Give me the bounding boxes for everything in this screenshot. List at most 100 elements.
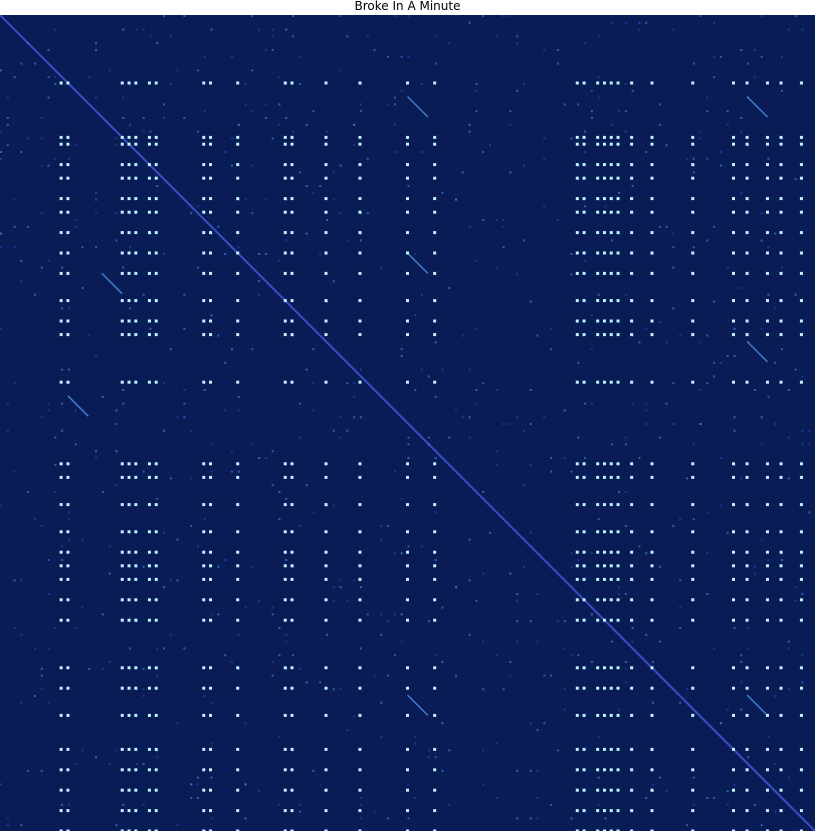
heatmap-cell-strong (596, 333, 600, 337)
heatmap-cell-strong (202, 564, 206, 568)
heatmap-cell-weak (726, 531, 729, 534)
heatmap-cell-strong (358, 251, 362, 255)
heatmap-cell-strong (134, 768, 138, 772)
heatmap-cell-strong (66, 530, 70, 534)
heatmap-cell-weak (631, 640, 634, 643)
heatmap-cell-strong (127, 163, 131, 167)
heatmap-cell-weak (482, 219, 485, 221)
heatmap-cell-strong (433, 299, 437, 303)
heatmap-cell-strong (59, 564, 63, 568)
heatmap-cell-weak (81, 246, 84, 249)
heatmap-cell-strong (609, 251, 613, 255)
heatmap-cell-strong (202, 666, 206, 670)
heatmap-cell-strong (209, 530, 213, 534)
heatmap-cell-strong (596, 618, 600, 622)
heatmap-cell-strong (650, 598, 654, 602)
heatmap-cell-weak (645, 633, 648, 636)
heatmap-cell-weak (54, 83, 57, 85)
heatmap-cell-weak (312, 382, 315, 385)
heatmap-cell-weak (495, 389, 498, 391)
heatmap-cell-strong (120, 564, 124, 568)
heatmap-cell-weak (237, 470, 240, 473)
heatmap-cell-strong (745, 788, 749, 792)
heatmap-cell-strong (127, 768, 131, 772)
heatmap-cell-strong (154, 618, 158, 622)
heatmap-cell-strong (630, 598, 634, 602)
heatmap-cell-weak (129, 246, 132, 249)
heatmap-cell-strong (596, 81, 600, 85)
heatmap-cell-weak (448, 42, 451, 45)
heatmap-cell-strong (609, 333, 613, 337)
heatmap-cell-weak (455, 674, 458, 677)
heatmap-cell-weak (244, 103, 247, 106)
heatmap-cell-strong (202, 163, 206, 167)
heatmap-cell-strong (66, 618, 70, 622)
heatmap-cell-weak (468, 633, 471, 636)
heatmap-cell-weak (706, 593, 709, 595)
heatmap-cell-weak (767, 395, 770, 398)
heatmap-cell-weak (203, 110, 206, 113)
heatmap-cell-strong (127, 713, 131, 717)
heatmap-cell-strong (732, 564, 735, 568)
heatmap-cell-strong (732, 530, 735, 534)
heatmap-cell-strong (616, 462, 620, 466)
heatmap-cell-strong (691, 747, 695, 751)
heatmap-cell-weak (808, 429, 811, 432)
heatmap-cell-weak (475, 599, 478, 602)
heatmap-cell-weak (679, 701, 682, 704)
heatmap-cell-weak (774, 307, 777, 310)
heatmap-cell-strong (147, 530, 151, 534)
heatmap-cell-weak (0, 504, 2, 507)
heatmap-cell-strong (283, 686, 287, 690)
heatmap-cell-strong (147, 475, 151, 479)
heatmap-cell-weak (230, 137, 233, 140)
heatmap-cell-weak (353, 579, 356, 582)
heatmap-cell-weak (122, 803, 125, 806)
heatmap-cell-strong (691, 618, 695, 622)
heatmap-cell-weak (489, 144, 491, 147)
heatmap-cell-weak (638, 341, 641, 344)
heatmap-cell-weak (108, 572, 111, 575)
heatmap-cell-weak (339, 69, 342, 72)
heatmap-cell-strong (59, 747, 63, 751)
heatmap-cell-weak (434, 35, 437, 38)
heatmap-cell-strong (209, 503, 213, 507)
heatmap-cell-weak (339, 15, 342, 17)
heatmap-cell-strong (154, 598, 158, 602)
heatmap-cell-strong (147, 176, 151, 180)
heatmap-cell-strong (358, 503, 362, 507)
heatmap-cell-strong (236, 564, 240, 568)
heatmap-cell-weak (461, 334, 464, 337)
heatmap-cell-weak (20, 824, 23, 827)
heatmap-cell-strong (616, 666, 620, 670)
heatmap-cell-strong (582, 271, 586, 275)
heatmap-cell-strong (602, 530, 606, 534)
heatmap-cell-strong (650, 564, 654, 568)
heatmap-cell-strong (433, 231, 437, 235)
heatmap-cell-weak (482, 572, 485, 575)
heatmap-cell-weak (570, 470, 573, 473)
heatmap-cell-weak (679, 627, 682, 629)
heatmap-cell-weak (570, 137, 573, 140)
heatmap-cell-strong (616, 333, 620, 337)
heatmap-cell-weak (0, 151, 2, 153)
heatmap-cell-strong (745, 333, 749, 337)
heatmap-cell-weak (658, 225, 661, 228)
heatmap-cell-strong (134, 462, 138, 466)
heatmap-cell-strong (596, 142, 600, 146)
heatmap-cell-weak (190, 783, 193, 786)
heatmap-cell-strong (283, 564, 287, 568)
heatmap-cell-weak (271, 35, 274, 38)
heatmap-cell-strong (202, 550, 206, 554)
heatmap-cell-weak (536, 729, 539, 731)
heatmap-cell-weak (183, 416, 186, 419)
heatmap-cell-weak (0, 327, 2, 330)
heatmap-cell-weak (672, 382, 675, 385)
heatmap-cell-strong (779, 299, 783, 303)
heatmap-cell-weak (461, 416, 464, 419)
heatmap-cell-weak (196, 545, 199, 548)
heatmap-cell-weak (434, 62, 437, 65)
heatmap-cell-strong (582, 809, 586, 813)
heatmap-cell-weak (47, 593, 50, 595)
heatmap-cell-weak (326, 130, 328, 133)
